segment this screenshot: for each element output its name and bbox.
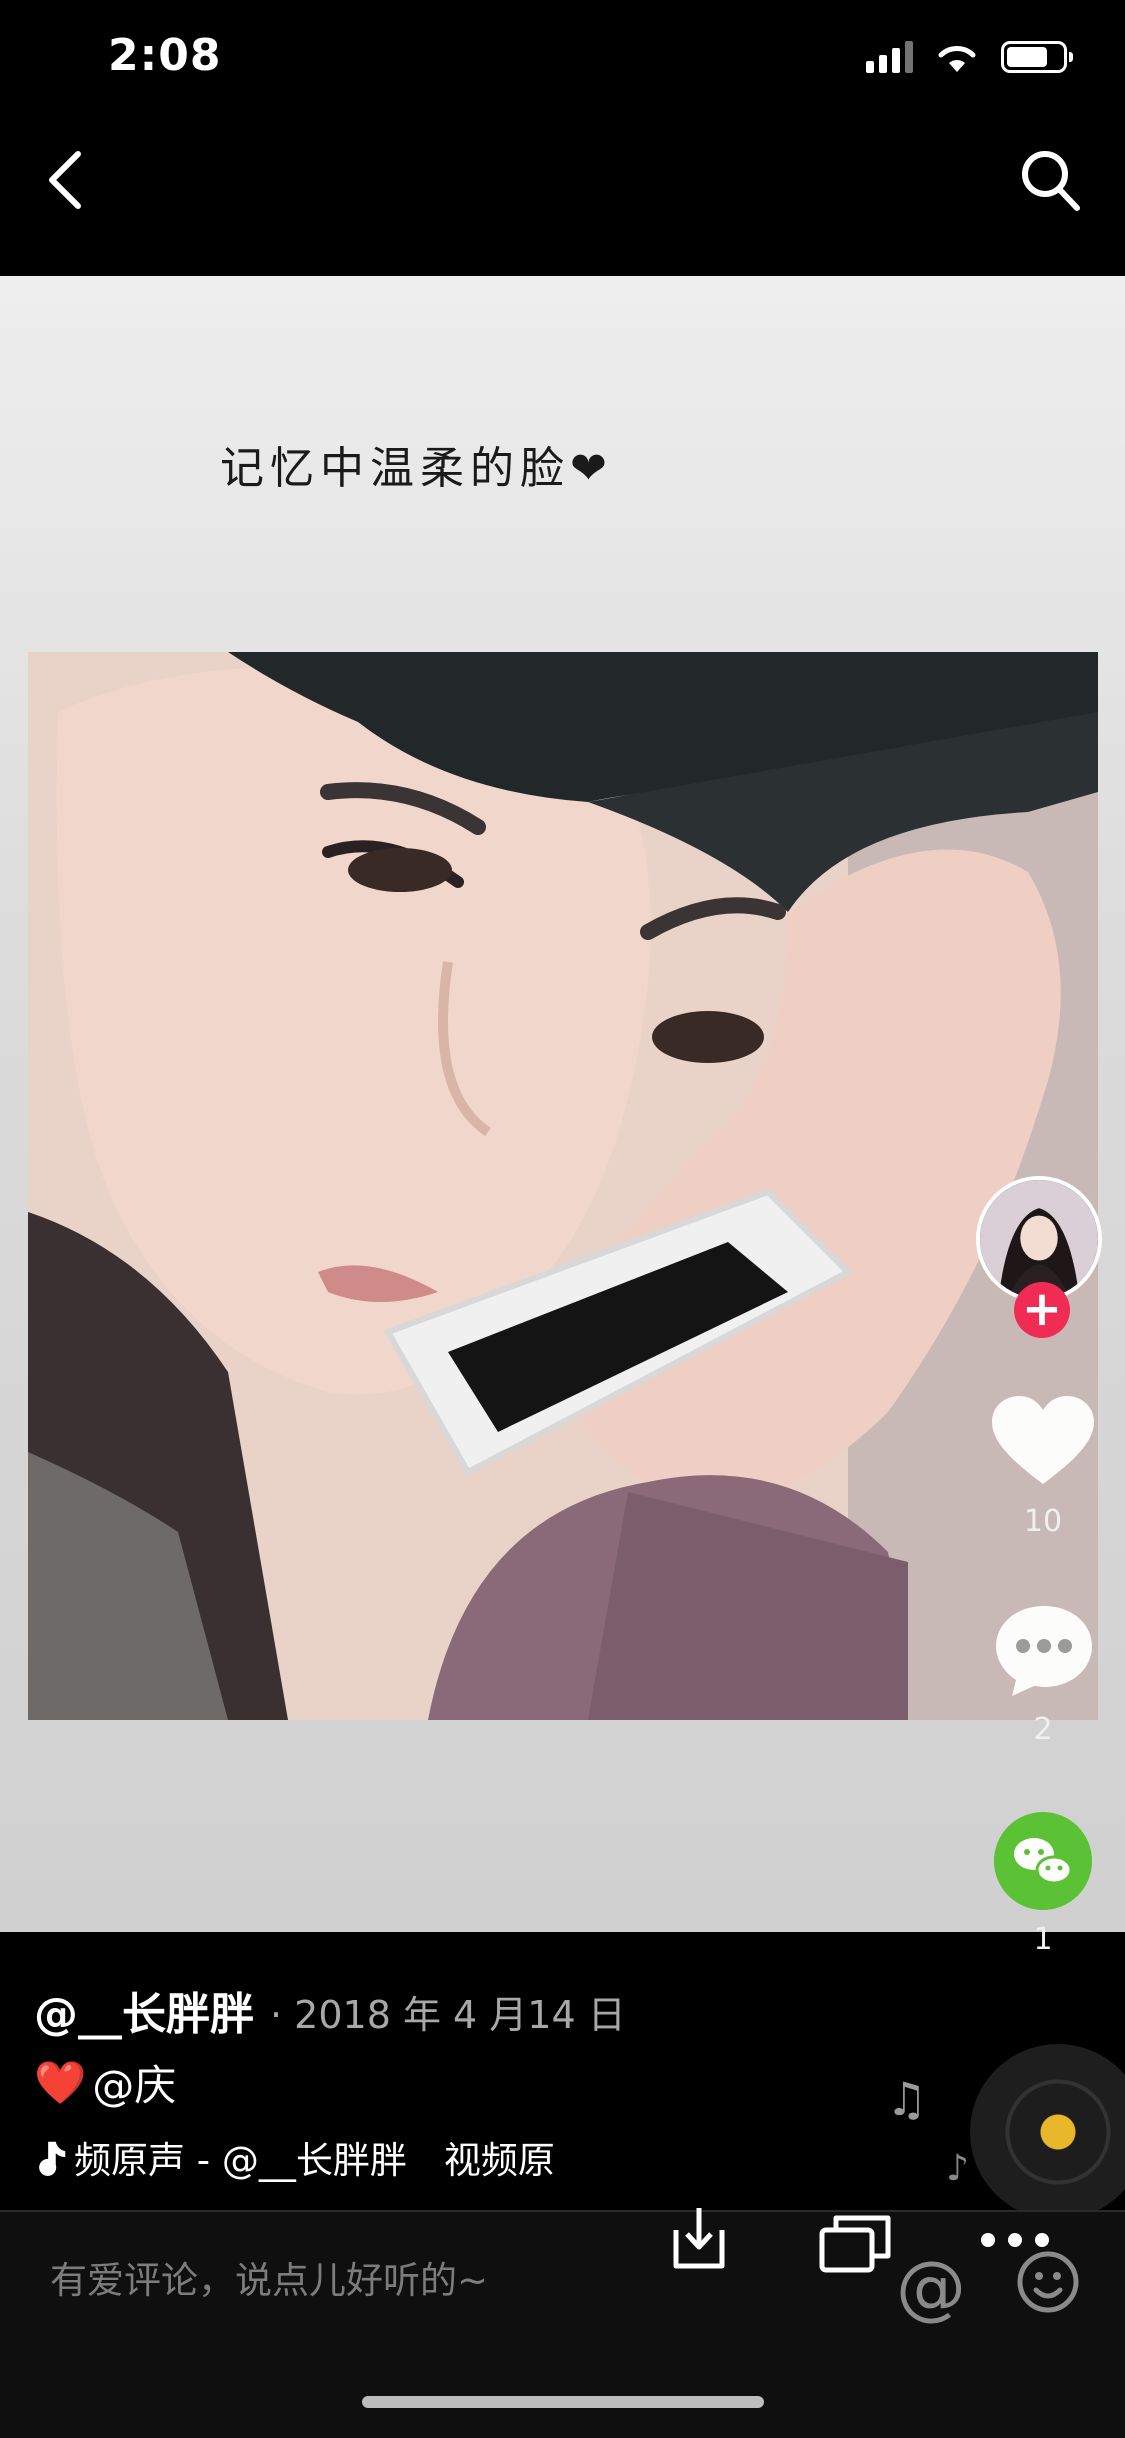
post-description: ❤️ @庆 <box>34 2052 176 2113</box>
mention-at-button[interactable]: @ <box>896 2246 966 2328</box>
music-marquee[interactable]: 频原声 - @__长胖胖 视频原 <box>34 2130 594 2184</box>
author-name[interactable]: @__长胖胖 <box>34 1978 254 2042</box>
music-title: 频原声 - @__长胖胖 视频原 <box>74 2139 555 2182</box>
music-note-icon <box>39 2141 66 2176</box>
floating-note-icon: ♫ <box>886 2072 928 2126</box>
cellular-signal-icon <box>866 41 913 73</box>
like-heart-icon[interactable] <box>988 1392 1098 1492</box>
search-icon[interactable] <box>1015 144 1085 216</box>
more-dots-icon[interactable] <box>978 2228 1052 2252</box>
share-count: 1 <box>1033 1922 1053 1957</box>
follow-button[interactable]: + <box>1014 1282 1070 1338</box>
music-disc-icon[interactable] <box>970 2044 1125 2220</box>
back-button[interactable] <box>36 144 96 216</box>
status-icons <box>866 40 1073 74</box>
like-count: 10 <box>1023 1504 1063 1539</box>
home-indicator[interactable] <box>362 2396 764 2408</box>
emoji-icon[interactable] <box>1016 2250 1080 2314</box>
status-time: 2:08 <box>108 30 222 81</box>
heart-emoji: ❤️ <box>34 2057 87 2107</box>
download-icon[interactable] <box>668 2204 730 2276</box>
battery-icon <box>1001 41 1073 73</box>
video-caption-text: 记忆中温柔的脸❤ <box>220 443 613 494</box>
mention-link[interactable]: @庆 <box>92 2052 176 2113</box>
comment-input[interactable]: 有爱评论，说点儿好听的~ <box>50 2250 488 2304</box>
wechat-share-icon[interactable] <box>994 1812 1092 1910</box>
comment-count: 2 <box>1033 1712 1053 1747</box>
video-photo <box>28 652 1098 1720</box>
comment-bubble-icon[interactable] <box>990 1600 1098 1700</box>
wifi-icon <box>938 46 976 72</box>
floating-note-icon: ♪ <box>946 2148 969 2189</box>
post-date: · 2018 年 4 月14 日 <box>270 1993 626 2037</box>
pages-icon[interactable] <box>818 2212 892 2274</box>
